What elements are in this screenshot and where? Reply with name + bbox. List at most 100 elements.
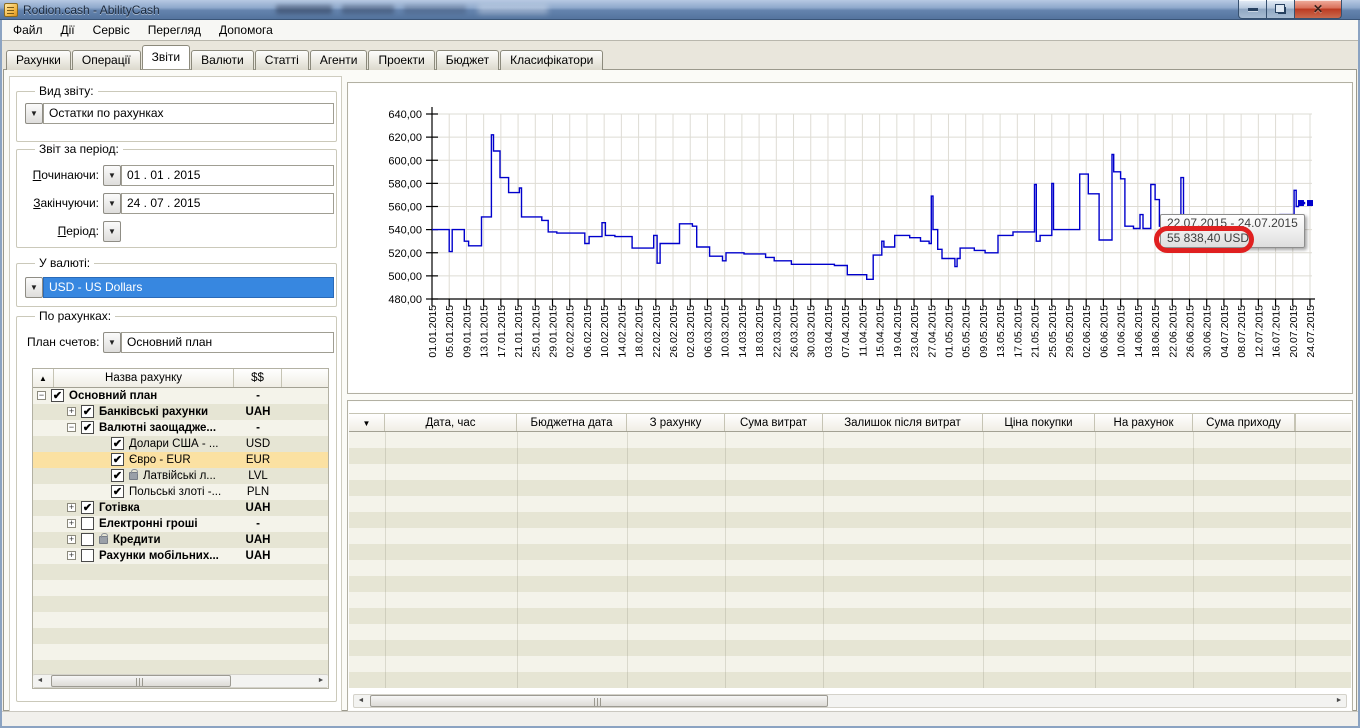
currency-dropdown-button[interactable]: ▼ bbox=[25, 277, 43, 298]
checkbox[interactable]: ✔ bbox=[111, 469, 124, 482]
checkbox[interactable]: ✔ bbox=[51, 389, 64, 402]
tree-scrollbar-thumb[interactable] bbox=[51, 675, 231, 687]
menu-item-4[interactable]: Перегляд bbox=[139, 20, 210, 40]
svg-text:20.07.2015: 20.07.2015 bbox=[1288, 305, 1300, 358]
grid-column-header-3[interactable]: Бюджетна дата bbox=[517, 414, 627, 431]
svg-text:08.07.2015: 08.07.2015 bbox=[1236, 305, 1248, 358]
grid-column-header-5[interactable]: Сума витрат bbox=[725, 414, 823, 431]
titlebar[interactable]: Rodion.cash - AbilityCash ✕ bbox=[0, 0, 1360, 20]
tree-row[interactable]: +Електронні гроші- bbox=[33, 516, 328, 532]
period-dropdown-button[interactable]: ▼ bbox=[103, 221, 121, 242]
svg-text:620,00: 620,00 bbox=[388, 132, 422, 144]
grid-column-header-9[interactable]: Сума приходу bbox=[1193, 414, 1295, 431]
tab-2[interactable]: Операції bbox=[72, 50, 141, 70]
tab-3[interactable]: Звіти bbox=[142, 45, 191, 69]
grid-column-separator bbox=[385, 432, 386, 688]
period-end-dropdown-button[interactable]: ▼ bbox=[103, 193, 121, 214]
svg-text:18.03.2015: 18.03.2015 bbox=[754, 305, 766, 358]
close-button[interactable]: ✕ bbox=[1295, 0, 1342, 19]
menu-item-2[interactable]: Дії bbox=[52, 20, 84, 40]
currency-value[interactable]: USD - US Dollars bbox=[43, 277, 334, 298]
grid-column-header-4[interactable]: З рахунку bbox=[627, 414, 725, 431]
tab-4[interactable]: Валюти bbox=[191, 50, 254, 70]
tree-currency-column-header[interactable]: $$ bbox=[234, 369, 282, 387]
scroll-left-icon[interactable]: ◄ bbox=[354, 695, 368, 707]
tree-row[interactable]: ✔Долари США - ...USD bbox=[33, 436, 328, 452]
checkbox[interactable]: ✔ bbox=[81, 421, 94, 434]
tree-horizontal-scrollbar[interactable]: ◄ ► bbox=[33, 674, 328, 688]
plan-dropdown-button[interactable]: ▼ bbox=[103, 332, 121, 353]
checkbox[interactable] bbox=[81, 549, 94, 562]
grid-scrollbar-thumb[interactable] bbox=[370, 695, 828, 707]
grid-column-header-6[interactable]: Залишок після витрат bbox=[823, 414, 983, 431]
tree-row[interactable]: +КредитиUAH bbox=[33, 532, 328, 548]
tree-row[interactable]: +✔Банківські рахункиUAH bbox=[33, 404, 328, 420]
account-currency: UAH bbox=[234, 404, 282, 420]
grid-column-header-1[interactable]: ▼ bbox=[349, 414, 385, 431]
menu-item-3[interactable]: Сервіс bbox=[84, 20, 139, 40]
checkbox[interactable] bbox=[81, 517, 94, 530]
checkbox[interactable]: ✔ bbox=[111, 453, 124, 466]
titlebar-ghost-artifact bbox=[478, 5, 548, 14]
plan-value[interactable]: Основний план bbox=[121, 332, 334, 353]
tree-empty-row bbox=[33, 612, 328, 628]
collapse-icon[interactable]: − bbox=[67, 423, 76, 432]
period-end-field[interactable]: 24 . 07 . 2015 bbox=[121, 193, 334, 214]
tree-row[interactable]: +✔ГотівкаUAH bbox=[33, 500, 328, 516]
tree-name-column-header[interactable]: Назва рахунку bbox=[54, 369, 234, 387]
sort-asc-icon: ▲ bbox=[39, 374, 47, 383]
grid-column-header-8[interactable]: На рахунок bbox=[1095, 414, 1193, 431]
period-start-dropdown-button[interactable]: ▼ bbox=[103, 165, 121, 186]
titlebar-ghost-artifact bbox=[404, 5, 466, 14]
tree-row[interactable]: ✔Євро - EUREUR bbox=[33, 452, 328, 468]
scroll-right-icon[interactable]: ► bbox=[314, 675, 328, 687]
svg-text:580,00: 580,00 bbox=[388, 178, 422, 190]
report-type-dropdown-button[interactable]: ▼ bbox=[25, 103, 43, 124]
checkbox[interactable]: ✔ bbox=[111, 437, 124, 450]
tab-8[interactable]: Бюджет bbox=[436, 50, 499, 70]
tree-sort-column-header[interactable]: ▲ bbox=[33, 369, 54, 387]
grid-column-header-7[interactable]: Ціна покупки bbox=[983, 414, 1095, 431]
svg-text:640,00: 640,00 bbox=[388, 109, 422, 121]
period-start-field[interactable]: 01 . 01 . 2015 bbox=[121, 165, 334, 186]
grid-horizontal-scrollbar[interactable]: ◄ ► bbox=[353, 694, 1347, 708]
scroll-right-icon[interactable]: ► bbox=[1332, 695, 1346, 707]
tab-5[interactable]: Статті bbox=[255, 50, 309, 70]
tab-7[interactable]: Проекти bbox=[368, 50, 434, 70]
svg-text:06.03.2015: 06.03.2015 bbox=[702, 305, 714, 358]
grid-empty-row bbox=[349, 592, 1351, 608]
tree-row[interactable]: ✔Латвійські л...LVL bbox=[33, 468, 328, 484]
expand-icon[interactable]: + bbox=[67, 503, 76, 512]
grid-empty-row bbox=[349, 544, 1351, 560]
account-name: Латвійські л... bbox=[143, 468, 232, 484]
tree-row[interactable]: +Рахунки мобільних...UAH bbox=[33, 548, 328, 564]
report-type-value[interactable]: Остатки по рахунках bbox=[43, 103, 334, 124]
tree-row[interactable]: −✔Основний план- bbox=[33, 388, 328, 404]
expand-icon[interactable]: + bbox=[67, 407, 76, 416]
menu-item-1[interactable]: Файл bbox=[4, 20, 52, 40]
checkbox[interactable]: ✔ bbox=[81, 501, 94, 514]
expand-icon[interactable]: + bbox=[67, 519, 76, 528]
collapse-icon[interactable]: − bbox=[37, 391, 46, 400]
checkbox[interactable] bbox=[81, 533, 94, 546]
tree-row[interactable]: ✔Польські злоті -...PLN bbox=[33, 484, 328, 500]
restore-button[interactable] bbox=[1267, 0, 1295, 19]
expand-icon[interactable]: + bbox=[67, 551, 76, 560]
accounts-tree-header: ▲ Назва рахунку $$ bbox=[33, 369, 328, 388]
scroll-left-icon[interactable]: ◄ bbox=[33, 675, 47, 687]
svg-text:03.04.2015: 03.04.2015 bbox=[823, 305, 835, 358]
minimize-button[interactable] bbox=[1238, 0, 1267, 19]
menu-item-5[interactable]: Допомога bbox=[210, 20, 282, 40]
tree-extra-column-header[interactable] bbox=[282, 369, 328, 387]
checkbox[interactable]: ✔ bbox=[81, 405, 94, 418]
expand-icon[interactable]: + bbox=[67, 535, 76, 544]
tab-6[interactable]: Агенти bbox=[310, 50, 368, 70]
accounts-tree: ▲ Назва рахунку $$ −✔Основний план-+✔Бан… bbox=[32, 368, 329, 689]
svg-text:17.05.2015: 17.05.2015 bbox=[1012, 305, 1024, 358]
tree-row[interactable]: −✔Валютні заощадже...- bbox=[33, 420, 328, 436]
grid-column-header-2[interactable]: Дата, час bbox=[385, 414, 517, 431]
tab-9[interactable]: Класифікатори bbox=[500, 50, 603, 70]
tab-1[interactable]: Рахунки bbox=[6, 50, 71, 70]
svg-text:25.01.2015: 25.01.2015 bbox=[530, 305, 542, 358]
checkbox[interactable]: ✔ bbox=[111, 485, 124, 498]
